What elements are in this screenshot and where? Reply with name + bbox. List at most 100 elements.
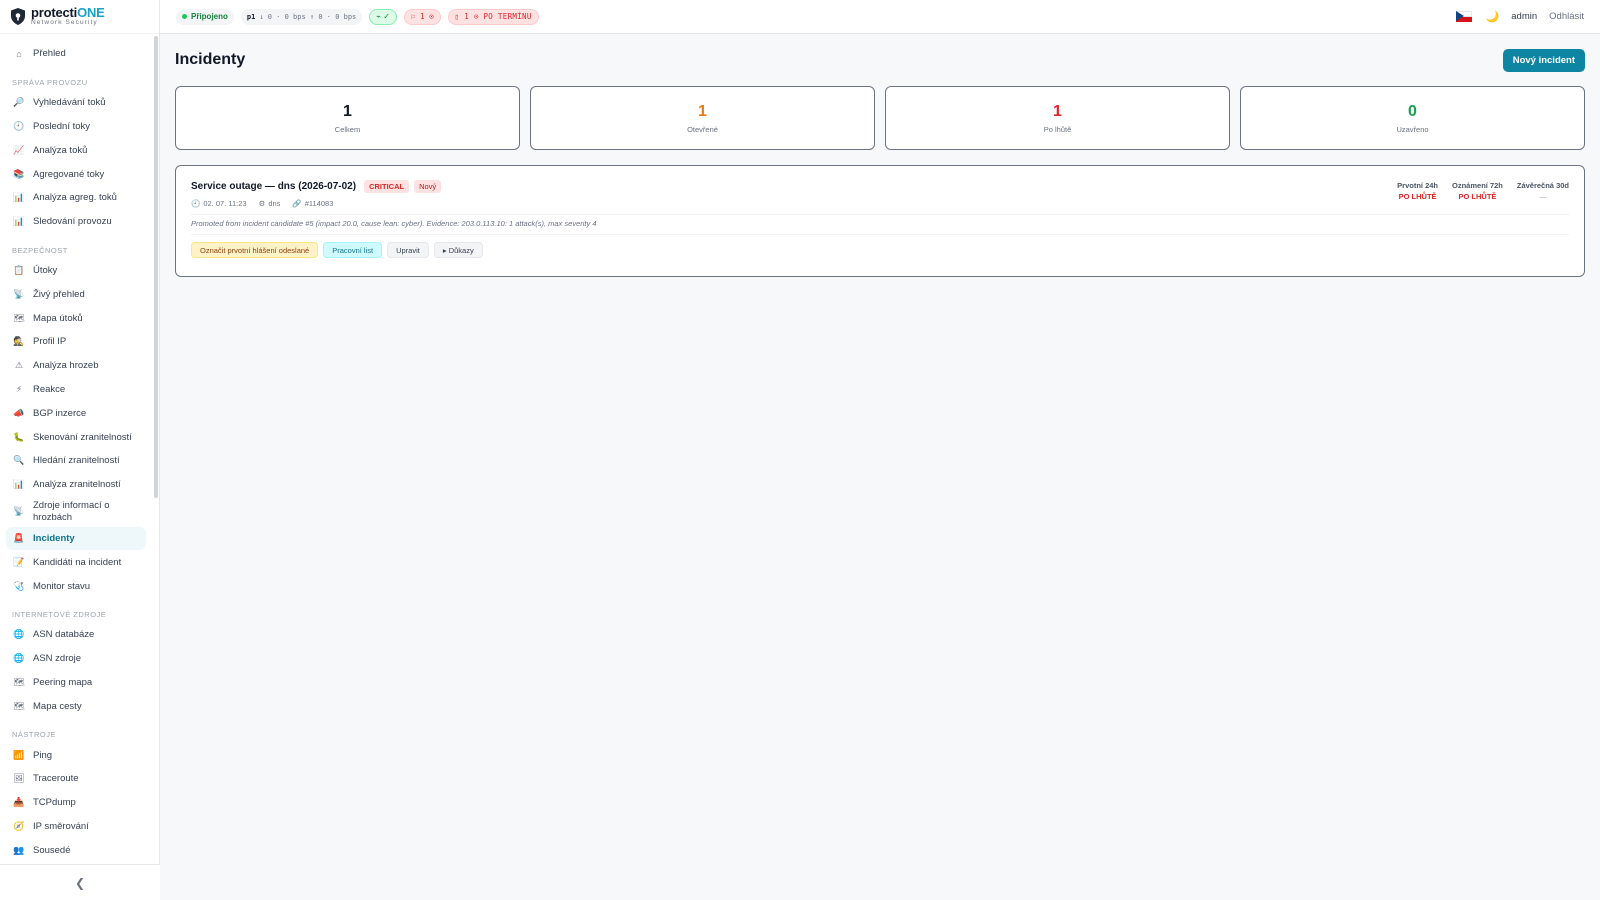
sidebar-item-label: BGP inzerce — [33, 407, 87, 419]
sidebar-item-ping[interactable]: 📶 Ping — [6, 743, 146, 767]
sidebar-item-sledovani-provozu[interactable]: 📊 Sledování provozu — [6, 210, 146, 234]
nav-icon: 📋 — [13, 264, 25, 275]
deadline-label: Prvotní 24h — [1397, 181, 1439, 190]
sidebar-item-hledani-zranitelnosti[interactable]: 🔍 Hledání zranitelností — [6, 449, 146, 473]
sidebar-item-posledni-toky[interactable]: 🕘 Poslední toky — [6, 115, 146, 139]
worksheet-button[interactable]: Pracovní list — [323, 242, 383, 258]
sidebar-section-title: Bezpečnost — [12, 245, 68, 255]
edit-button[interactable]: Upravit — [387, 242, 429, 258]
sidebar-item-label: Sousedé — [33, 844, 71, 856]
sidebar-item-profil-ip[interactable]: 🕵 Profil IP — [6, 330, 146, 354]
sidebar-item-label: Reakce — [33, 383, 66, 395]
nav-icon: 📊 — [13, 192, 25, 203]
home-icon: ⌂ — [16, 48, 22, 59]
flags-badge[interactable]: ⚐ 1 ⊙ — [404, 8, 441, 25]
sidebar-item-mapa-utoku[interactable]: 🗺 Mapa útoků — [6, 306, 146, 330]
status-dot-icon — [182, 14, 187, 19]
sidebar-item-mapa-cesty[interactable]: 🗺 Mapa cesty — [6, 694, 146, 718]
evidence-toggle-button[interactable]: ▸ Důkazy — [433, 242, 483, 258]
sidebar-item-peering-mapa[interactable]: 🗺 Peering mapa — [6, 671, 146, 695]
new-incident-button[interactable]: Nový incident — [1502, 48, 1585, 72]
incident-ref[interactable]: #114083 — [305, 199, 334, 208]
deadline-notice-72h: Oznámení 72h PO LHŮTĚ — [1452, 181, 1503, 201]
stat-card-open[interactable]: 1 Otevřené — [530, 86, 875, 150]
deadline-final-30d: Závěrečná 30d — — [1517, 181, 1569, 201]
deadline-initial-24h: Prvotní 24h PO LHŮTĚ — [1397, 181, 1438, 201]
clock-icon: 🕘 — [191, 199, 201, 208]
chevron-left-icon: ❮ — [74, 875, 86, 890]
incident-deadlines: Prvotní 24h PO LHŮTĚ Oznámení 72h PO LHŮ… — [1397, 181, 1569, 201]
deadline-value: — — [1539, 192, 1547, 201]
nav-icon: 🔍 — [13, 455, 25, 466]
sidebar-item-label: Analýza zranitelností — [33, 479, 121, 491]
sidebar-item-traceroute[interactable]: 🖼 Traceroute — [6, 767, 146, 791]
logout-link[interactable]: Odhlásit — [1549, 11, 1584, 22]
sidebar-item-skenovani-zranitelnosti[interactable]: 🐛 Skenování zranitelností — [6, 425, 146, 449]
sidebar-item-monitor-stavu[interactable]: 🩺 Monitor stavu — [6, 574, 146, 598]
sidebar-item-reakce[interactable]: ⚡ Reakce — [6, 378, 146, 402]
sidebar-item-label: Analýza hrozeb — [33, 360, 99, 372]
overdue-badge[interactable]: ▯ 1 ⊙ PO TERMÍNU — [447, 8, 539, 25]
sidebar-item-incidenty[interactable]: 🚨 Incidenty — [6, 526, 146, 551]
incident-description: Promoted from incident candidate #5 (imp… — [191, 219, 597, 228]
sidebar-item-ip-smerovani[interactable]: 🧭 IP směrování — [6, 815, 146, 839]
sidebar-item-label: Hledání zranitelností — [33, 455, 120, 467]
sidebar-item-label: Peering mapa — [33, 676, 93, 688]
traffic-up: ↑ 0 · 0 bps — [309, 12, 357, 21]
mark-initial-report-sent-button[interactable]: Označit prvotní hlášení odeslané — [191, 242, 319, 258]
sidebar-section-title: Správa provozu — [12, 77, 88, 87]
nav-icon: 🕵 — [13, 336, 25, 347]
sidebar-scrollbar[interactable] — [154, 36, 158, 498]
nav-icon: 🔎 — [13, 97, 25, 108]
sidebar-item-bgp-inzerce[interactable]: 📣 BGP inzerce — [6, 401, 146, 425]
sidebar-item-agregovane-toky[interactable]: 📚 Agregované toky — [6, 162, 146, 186]
brand-subtitle: Network Security — [31, 19, 98, 27]
czech-flag-icon[interactable] — [1455, 11, 1472, 22]
sidebar-item-label: Agregované toky — [33, 168, 105, 180]
nav-icon: 📝 — [13, 556, 25, 567]
brand-name: protectiONE — [31, 5, 105, 21]
sidebar-item-kandidati-na-incident[interactable]: 📝 Kandidáti na incident — [6, 550, 146, 574]
stat-card-closed[interactable]: 0 Uzavřeno — [1240, 86, 1585, 150]
sidebar-collapse-button[interactable]: ❮ — [0, 864, 160, 900]
sidebar-item-label: IP směrování — [33, 820, 89, 832]
sidebar-section-title: Internetové zdroje — [12, 609, 107, 619]
nav-icon: 👥 — [13, 844, 25, 855]
sidebar-item-asn-zdroje[interactable]: 🌐 ASN zdroje — [6, 647, 146, 671]
moon-icon[interactable]: 🌙 — [1486, 10, 1500, 23]
stat-card-overdue[interactable]: 1 Po lhůtě — [885, 86, 1230, 150]
brand-logo[interactable]: protectiONE Network Security — [0, 0, 159, 34]
deadline-value: PO LHŮTĚ — [1458, 192, 1497, 201]
sidebar-item-sousede[interactable]: 👥 Sousedé — [6, 838, 146, 862]
sidebar-item-label: Živý přehled — [33, 288, 85, 300]
health-badge[interactable]: ⌁ ✓ — [369, 8, 398, 25]
sidebar-item-analyza-agreg-toku[interactable]: 📊 Analýza agreg. toků — [6, 186, 146, 210]
sidebar-item-tcpdump[interactable]: 📥 TCPdump — [6, 791, 146, 815]
sidebar-item-asn-databaze[interactable]: 🌐 ASN databáze — [6, 623, 146, 647]
sidebar-item-analyza-zranitelnosti[interactable]: 📊 Analýza zranitelností — [6, 473, 146, 497]
sidebar-item-overview[interactable]: ⌂ Přehled — [6, 42, 146, 66]
sidebar-section-title: Nástroje — [12, 730, 57, 740]
incident-time: 02. 07. 11:23 — [203, 199, 247, 208]
sidebar-item-analyza-toku[interactable]: 📈 Analýza toků — [6, 138, 146, 162]
sidebar-item-analyza-hrozeb[interactable]: ⚠ Analýza hrozeb — [6, 354, 146, 378]
sidebar-item-utoky[interactable]: 📋 Útoky — [6, 259, 146, 283]
incident-title[interactable]: Service outage — dns (2026-07-02) — [191, 181, 356, 192]
sidebar-item-label: Mapa útoků — [33, 312, 83, 324]
incident-card[interactable]: Service outage — dns (2026-07-02) CRITIC… — [175, 165, 1585, 277]
nav-icon: 🗺 — [13, 700, 25, 711]
stat-card-total[interactable]: 1 Celkem — [175, 86, 520, 150]
sidebar-item-label: Monitor stavu — [33, 580, 91, 592]
username[interactable]: admin — [1511, 11, 1537, 22]
nav-icon: 📡 — [13, 288, 25, 299]
sidebar-item-zdroje-informaci-o-hrozbach[interactable]: 📡 Zdroje informací o hrozbách — [6, 497, 146, 527]
nav-icon: 🧭 — [13, 820, 25, 831]
sidebar-item-vyhledavani-toku[interactable]: 🔎 Vyhledávání toků — [6, 91, 146, 115]
sidebar-item-label: Poslední toky — [33, 120, 91, 132]
sidebar-item-zivy-prehled[interactable]: 📡 Živý přehled — [6, 282, 146, 306]
sidebar-item-label: Incidenty — [33, 532, 75, 544]
stats-row: 1 Celkem 1 Otevřené 1 Po lhůtě 0 Uzavřen… — [175, 86, 1585, 150]
traffic-badge[interactable]: p1 ↓ 0 · 0 bps ↑ 0 · 0 bps — [240, 8, 363, 25]
nav-icon: 📥 — [13, 797, 25, 808]
traffic-down: ↓ 0 · 0 bps — [259, 12, 306, 21]
